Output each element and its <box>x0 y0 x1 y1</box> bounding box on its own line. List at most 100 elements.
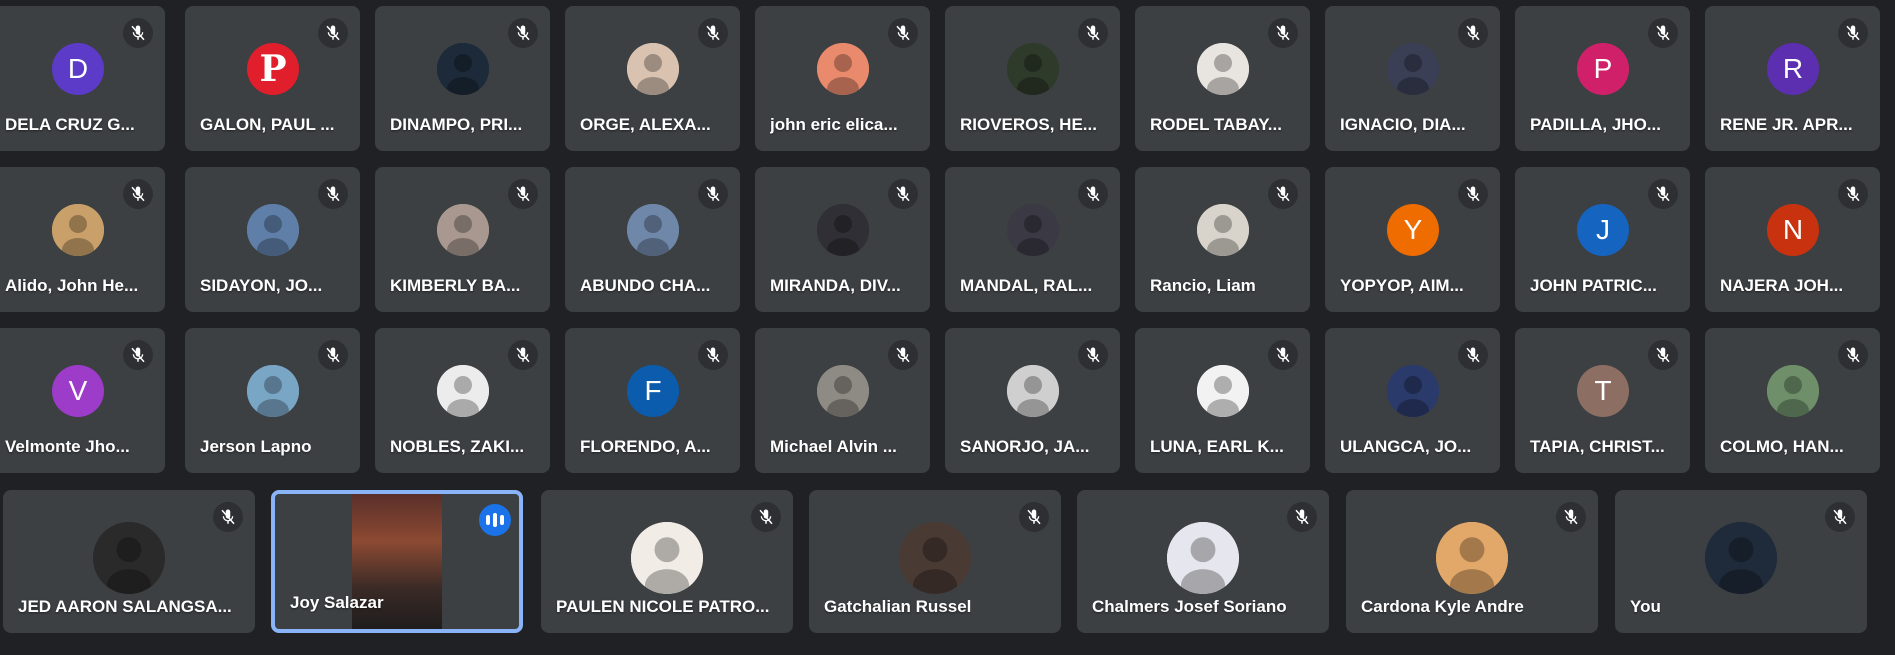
participant-avatar <box>247 365 299 417</box>
participant-avatar <box>437 204 489 256</box>
participant-tile[interactable]: N NAJERA JOH... <box>1705 167 1880 312</box>
participant-tile[interactable]: SIDAYON, JO... <box>185 167 360 312</box>
participant-avatar <box>1197 365 1249 417</box>
participant-avatar <box>1436 522 1508 594</box>
mic-off-icon <box>1268 179 1298 209</box>
participant-tile[interactable]: RIOVEROS, HE... <box>945 6 1120 151</box>
participant-tile[interactable]: ULANGCA, JO... <box>1325 328 1500 473</box>
participant-avatar: J <box>1577 204 1629 256</box>
participant-avatar <box>817 365 869 417</box>
participant-tile[interactable]: ORGE, ALEXA... <box>565 6 740 151</box>
mic-off-icon <box>1838 179 1868 209</box>
participant-name: ULANGCA, JO... <box>1340 437 1472 456</box>
participant-tile[interactable]: MANDAL, RAL... <box>945 167 1120 312</box>
participant-name: ORGE, ALEXA... <box>580 115 711 134</box>
participant-tile[interactable]: Michael Alvin ... <box>755 328 930 473</box>
participant-name: SIDAYON, JO... <box>200 276 323 295</box>
participant-name: NOBLES, ZAKI... <box>390 437 525 456</box>
participant-tile[interactable]: J JOHN PATRIC... <box>1515 167 1690 312</box>
participant-avatar <box>1197 43 1249 95</box>
mic-off-icon <box>1825 502 1855 532</box>
participant-name: Alido, John He... <box>5 276 139 295</box>
participant-name: RENE JR. APR... <box>1720 115 1853 134</box>
participant-tile[interactable]: NOBLES, ZAKI... <box>375 328 550 473</box>
participant-avatar: P <box>247 43 299 95</box>
participant-avatar <box>1007 43 1059 95</box>
participant-avatar <box>93 522 165 594</box>
mic-off-icon <box>1648 18 1678 48</box>
participant-tile[interactable]: P PADILLA, JHO... <box>1515 6 1690 151</box>
participant-avatar <box>1387 365 1439 417</box>
mic-off-icon <box>1458 179 1488 209</box>
participant-tile[interactable]: KIMBERLY BA... <box>375 167 550 312</box>
participant-tile[interactable]: MIRANDA, DIV... <box>755 167 930 312</box>
participant-tile[interactable]: PAULEN NICOLE PATRO... <box>541 490 793 633</box>
participant-name: RIOVEROS, HE... <box>960 115 1097 134</box>
participant-tile[interactable]: Chalmers Josef Soriano <box>1077 490 1329 633</box>
participant-avatar: Y <box>1387 204 1439 256</box>
participant-tile[interactable]: Alido, John He... <box>0 167 165 312</box>
participant-avatar: N <box>1767 204 1819 256</box>
participant-tile[interactable]: RODEL TABAY... <box>1135 6 1310 151</box>
participant-avatar: D <box>52 43 104 95</box>
participant-name: Rancio, Liam <box>1150 276 1256 295</box>
mic-off-icon <box>1078 179 1108 209</box>
participant-tile[interactable]: Gatchalian Russel <box>809 490 1061 633</box>
participant-name: MANDAL, RAL... <box>960 276 1093 295</box>
participant-avatar <box>52 204 104 256</box>
participant-tile[interactable]: Cardona Kyle Andre <box>1346 490 1598 633</box>
participant-tile[interactable]: Y YOPYOP, AIM... <box>1325 167 1500 312</box>
mic-off-icon <box>318 179 348 209</box>
participant-tile[interactable]: P GALON, PAUL ... <box>185 6 360 151</box>
participant-tile[interactable]: V Velmonte Jho... <box>0 328 165 473</box>
participant-grid: D DELA CRUZ G... P GALON, PAUL ... DINAMPO, … <box>0 0 1895 655</box>
participant-name: JOHN PATRIC... <box>1530 276 1657 295</box>
participant-tile[interactable]: D DELA CRUZ G... <box>0 6 165 151</box>
participant-avatar <box>1387 43 1439 95</box>
mic-off-icon <box>751 502 781 532</box>
mic-off-icon <box>1268 18 1298 48</box>
participant-tile[interactable]: Rancio, Liam <box>1135 167 1310 312</box>
mic-off-icon <box>698 340 728 370</box>
mic-off-icon <box>698 18 728 48</box>
participant-name: Jerson Lapno <box>200 437 312 456</box>
mic-off-icon <box>1838 340 1868 370</box>
participant-name: JED AARON SALANGSA... <box>18 597 232 616</box>
participant-tile[interactable]: SANORJO, JA... <box>945 328 1120 473</box>
participant-avatar <box>1007 204 1059 256</box>
participant-tile[interactable]: Jerson Lapno <box>185 328 360 473</box>
participant-name: You <box>1630 597 1661 616</box>
participant-tile[interactable]: LUNA, EARL K... <box>1135 328 1310 473</box>
participant-tile[interactable]: JED AARON SALANGSA... <box>3 490 255 633</box>
participant-name: john eric elica... <box>770 115 898 134</box>
mic-off-icon <box>1556 502 1586 532</box>
participant-tile[interactable]: T TAPIA, CHRIST... <box>1515 328 1690 473</box>
participant-tile[interactable]: You <box>1615 490 1867 633</box>
participant-name: GALON, PAUL ... <box>200 115 335 134</box>
participant-tile[interactable]: COLMO, HAN... <box>1705 328 1880 473</box>
participant-name: COLMO, HAN... <box>1720 437 1844 456</box>
participant-tile[interactable]: IGNACIO, DIA... <box>1325 6 1500 151</box>
participant-tile[interactable]: ABUNDO CHA... <box>565 167 740 312</box>
mic-off-icon <box>1648 179 1678 209</box>
participant-tile[interactable]: john eric elica... <box>755 6 930 151</box>
participant-avatar <box>1007 365 1059 417</box>
participant-name: SANORJO, JA... <box>960 437 1090 456</box>
participant-avatar <box>1705 522 1777 594</box>
participant-tile[interactable]: DINAMPO, PRI... <box>375 6 550 151</box>
participant-avatar <box>247 204 299 256</box>
mic-off-icon <box>508 179 538 209</box>
participant-avatar <box>627 204 679 256</box>
mic-off-icon <box>1838 18 1868 48</box>
participant-name: PAULEN NICOLE PATRO... <box>556 597 770 616</box>
participant-name: NAJERA JOH... <box>1720 276 1844 295</box>
participant-tile[interactable]: R RENE JR. APR... <box>1705 6 1880 151</box>
participant-avatar: V <box>52 365 104 417</box>
participant-tile[interactable]: F FLORENDO, A... <box>565 328 740 473</box>
participant-name: YOPYOP, AIM... <box>1340 276 1464 295</box>
mic-off-icon <box>318 340 348 370</box>
mic-off-icon <box>123 179 153 209</box>
mic-off-icon <box>888 179 918 209</box>
participant-tile[interactable]: Joy Salazar <box>271 490 523 633</box>
mic-off-icon <box>1287 502 1317 532</box>
